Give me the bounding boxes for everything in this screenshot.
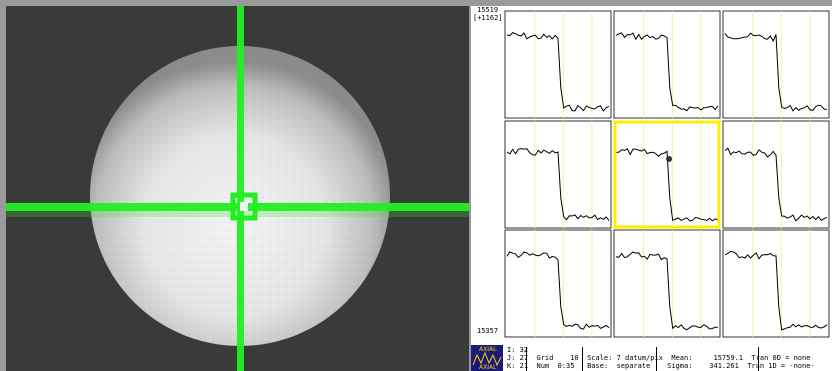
status-bar: AXIAL AXIAL I: 32 J: 27 Grid 10 Scale: 7… — [471, 345, 832, 371]
status-separator — [656, 347, 657, 371]
voxel-graph-cell[interactable] — [722, 120, 830, 229]
crosshair-vertical — [237, 6, 244, 371]
status-line-j: J: 27 Grid 10 Scale: 7 datum/pix Mean: 1… — [507, 354, 811, 362]
graph-window[interactable]: 15519 [+1162] 15357 AXIAL AXIAL I: 32 J:… — [471, 6, 832, 371]
voxel-graph-cell[interactable] — [613, 10, 721, 119]
voxel-graph-cell[interactable] — [722, 10, 830, 119]
volume-slice-image[interactable] — [6, 6, 469, 371]
axial-logo-bottom-label: AXIAL — [479, 364, 497, 371]
status-separator — [758, 347, 759, 371]
status-separator — [582, 347, 583, 371]
voxel-graph-cell[interactable] — [722, 229, 830, 338]
image-viewer[interactable] — [6, 6, 469, 371]
current-time-marker — [666, 156, 673, 162]
voxel-graph-grid[interactable] — [471, 6, 832, 345]
crosshair-horizontal — [6, 203, 469, 211]
voxel-graph-cell[interactable] — [504, 10, 612, 119]
status-separator — [526, 347, 527, 371]
voxel-graph-cell[interactable] — [613, 229, 721, 338]
status-line-i: I: 32 — [507, 346, 529, 354]
axial-logo[interactable]: AXIAL AXIAL — [471, 345, 503, 371]
voxel-graph-cell[interactable] — [504, 229, 612, 338]
voxel-graph-cell[interactable] — [504, 120, 612, 229]
voxel-graph-cell-selected[interactable] — [613, 120, 721, 229]
status-line-k: K: 21 Num 0:35 Base: separate Sigma: 341… — [507, 362, 815, 370]
